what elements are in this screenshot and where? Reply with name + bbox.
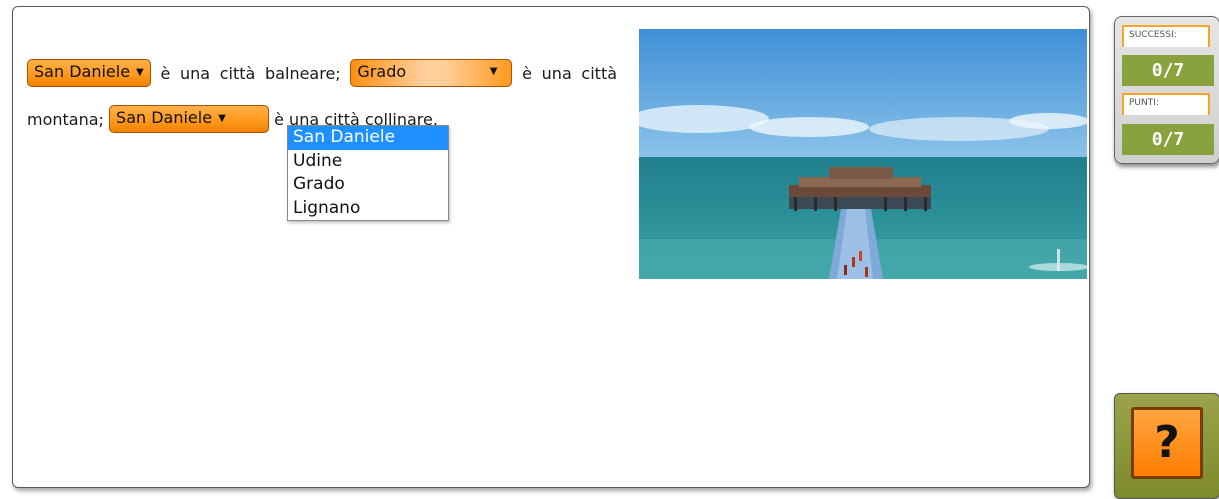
score-panel: SUCCESSI: 0/7 PUNTI: 0/7 bbox=[1114, 16, 1219, 164]
question-mark-icon: ? bbox=[1131, 407, 1203, 479]
dropdown-option[interactable]: Grado bbox=[288, 173, 448, 197]
help-button[interactable]: ? bbox=[1114, 393, 1219, 499]
pier-image bbox=[639, 29, 1087, 279]
select-1-value: San Daniele bbox=[34, 61, 131, 81]
sentence-part-2a: è bbox=[522, 64, 532, 83]
exercise-panel: San Daniele ▼ è una città balneare; Grado… bbox=[12, 6, 1090, 488]
city-dropdown-list: San Daniele Udine Grado Lignano bbox=[287, 125, 449, 221]
city-select-3[interactable]: San Daniele ▼ bbox=[109, 104, 270, 133]
dropdown-caret-icon: ▼ bbox=[489, 65, 498, 77]
dropdown-option[interactable]: Udine bbox=[288, 150, 448, 174]
punti-value: 0/7 bbox=[1122, 124, 1214, 155]
dropdown-option[interactable]: Lignano bbox=[288, 197, 448, 221]
successi-label: SUCCESSI: bbox=[1122, 25, 1210, 47]
select-3-value: San Daniele bbox=[116, 107, 213, 127]
dropdown-caret-icon: ▼ bbox=[136, 66, 144, 78]
select-2-value: Grado bbox=[357, 61, 407, 81]
dropdown-option[interactable]: San Daniele bbox=[288, 126, 448, 150]
successi-value: 0/7 bbox=[1122, 55, 1214, 86]
punti-label: PUNTI: bbox=[1122, 93, 1210, 115]
sentence-part-1: è una città balneare; bbox=[160, 64, 341, 83]
dropdown-caret-icon: ▼ bbox=[218, 112, 226, 124]
city-select-2[interactable]: Grado ▼ bbox=[350, 58, 513, 87]
city-select-1[interactable]: San Daniele ▼ bbox=[27, 58, 151, 87]
seaside-pier-photo bbox=[639, 29, 1087, 279]
